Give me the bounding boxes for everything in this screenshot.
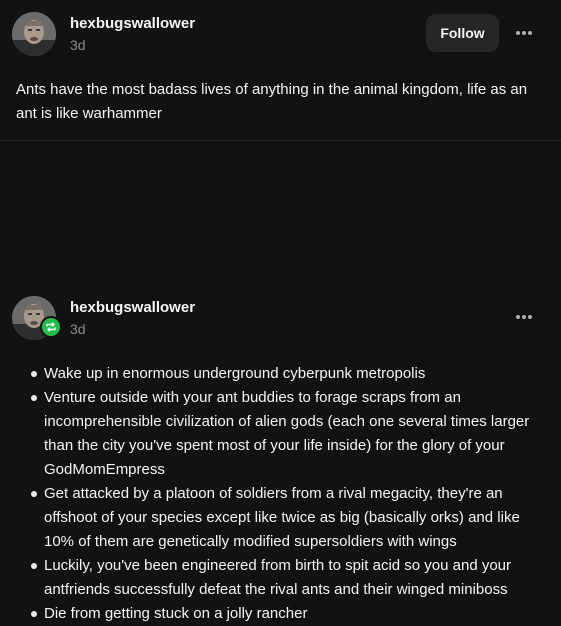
bullet-dot [31, 395, 37, 401]
username[interactable]: hexbugswallower [70, 299, 195, 316]
bullet-dot [31, 491, 37, 497]
more-horizontal-icon[interactable] [512, 21, 536, 45]
repost-icon [40, 316, 62, 338]
list-item-text: Luckily, you've been engineered from bir… [44, 557, 512, 598]
username[interactable]: hexbugswallower [70, 15, 195, 32]
post: hexbugswallower 3d Follow Ants have the … [0, 0, 561, 140]
bullet-list: Wake up in enormous underground cyberpun… [28, 362, 538, 626]
more-horizontal-icon[interactable] [512, 305, 536, 329]
avatar[interactable] [12, 12, 56, 56]
list-item-text: Die from getting stuck on a jolly ranche… [44, 605, 308, 622]
list-item-text: Venture outside with your ant buddies to… [44, 389, 530, 478]
bullet-dot [31, 611, 37, 617]
bullet-dot [31, 563, 37, 569]
list-item: Die from getting stuck on a jolly ranche… [28, 602, 538, 626]
list-item: Wake up in enormous underground cyberpun… [28, 362, 538, 386]
list-item-text: Wake up in enormous underground cyberpun… [44, 365, 426, 382]
bullet-dot [31, 371, 37, 377]
timestamp: 3d [70, 321, 86, 337]
list-item: Luckily, you've been engineered from bir… [28, 554, 538, 602]
list-item: Venture outside with your ant buddies to… [28, 386, 538, 482]
timestamp: 3d [70, 37, 86, 53]
list-item: Get attacked by a platoon of soldiers fr… [28, 482, 538, 554]
divider [0, 140, 561, 141]
list-item-text: Get attacked by a platoon of soldiers fr… [44, 485, 520, 550]
follow-button[interactable]: Follow [426, 14, 499, 52]
post-text: Ants have the most badass lives of anyth… [16, 81, 528, 122]
